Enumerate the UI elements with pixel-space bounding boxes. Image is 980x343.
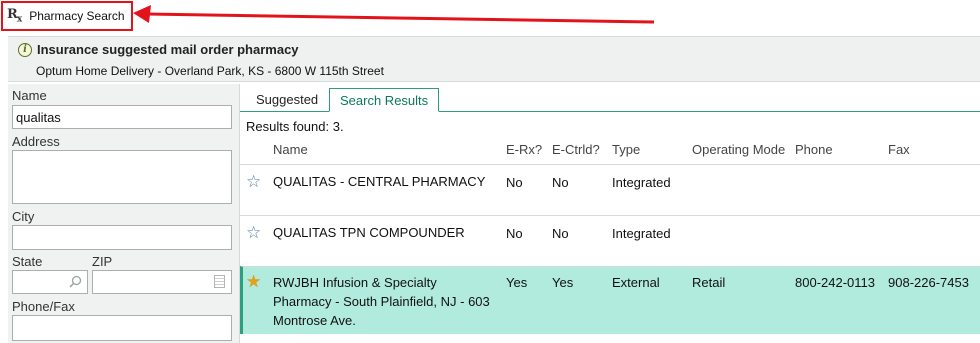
- phone-fax-input[interactable]: [12, 315, 232, 341]
- favorite-star-icon[interactable]: ☆: [246, 173, 261, 190]
- search-icon[interactable]: [69, 275, 82, 288]
- results-count: Results found: 3.: [246, 119, 344, 134]
- column-header-phone[interactable]: Phone: [795, 142, 833, 157]
- info-icon: i: [18, 42, 32, 57]
- tab-search-results[interactable]: Search Results: [329, 88, 440, 112]
- favorite-star-icon[interactable]: ☆: [246, 224, 261, 241]
- banner-subtitle: Optum Home Delivery - Overland Park, KS …: [36, 64, 384, 78]
- address-label: Address: [12, 134, 60, 149]
- column-header-fax[interactable]: Fax: [888, 142, 910, 157]
- type-value: Integrated: [612, 175, 671, 190]
- pharmacy-name: QUALITAS - CENTRAL PHARMACY: [273, 174, 486, 189]
- table-row-selected[interactable]: ★ RWJBH Infusion & Specialty Pharmacy - …: [240, 266, 980, 334]
- name-label: Name: [12, 88, 47, 103]
- erx-value: No: [506, 226, 523, 241]
- column-header-erx[interactable]: E-Rx?: [506, 142, 542, 157]
- ectrld-value: No: [552, 175, 569, 190]
- city-label: City: [12, 209, 35, 224]
- fax-value: 908-226-7453: [888, 275, 969, 290]
- pharmacy-name-line-3: Montrose Ave.: [273, 313, 356, 328]
- operating-mode-value: Retail: [692, 275, 726, 290]
- erx-value: No: [506, 175, 523, 190]
- pharmacy-name: QUALITAS TPN COMPOUNDER: [273, 225, 465, 240]
- search-panel: Name Address City State ZIP Phone/Fax: [8, 84, 240, 343]
- table-row[interactable]: ☆ QUALITAS - CENTRAL PHARMACY No No Inte…: [240, 164, 980, 215]
- city-input[interactable]: [12, 225, 232, 250]
- calculator-icon: [214, 275, 225, 288]
- table-row[interactable]: ☆ QUALITAS TPN COMPOUNDER No No Integrat…: [240, 215, 980, 266]
- pharmacy-name-line-1: RWJBH Infusion & Specialty: [273, 275, 437, 290]
- name-input[interactable]: [12, 105, 232, 129]
- tab-suggested[interactable]: Suggested: [246, 88, 328, 112]
- favorite-star-filled-icon[interactable]: ★: [246, 273, 261, 290]
- zip-label: ZIP: [92, 254, 113, 269]
- column-header-name[interactable]: Name: [273, 142, 308, 157]
- pharmacy-name-line-2: Pharmacy - South Plainfield, NJ - 603: [273, 294, 490, 309]
- banner-title: i Insurance suggested mail order pharmac…: [18, 42, 299, 57]
- window-title-highlight: Rx Pharmacy Search: [1, 1, 133, 31]
- ectrld-value: No: [552, 226, 569, 241]
- type-value: External: [612, 275, 660, 290]
- address-input[interactable]: [12, 150, 232, 204]
- phone-value: 800-242-0113: [795, 275, 875, 290]
- zip-input[interactable]: [92, 270, 232, 294]
- suggested-pharmacy-banner: i Insurance suggested mail order pharmac…: [8, 36, 980, 82]
- window-title: Pharmacy Search: [29, 9, 125, 23]
- phone-fax-label: Phone/Fax: [12, 299, 75, 314]
- column-header-operating-mode[interactable]: Operating Mode: [692, 142, 785, 157]
- column-header-ectrld[interactable]: E-Ctrld?: [552, 142, 600, 157]
- banner-title-text: Insurance suggested mail order pharmacy: [37, 42, 299, 57]
- column-header-type[interactable]: Type: [612, 142, 640, 157]
- ectrld-value: Yes: [552, 275, 574, 290]
- state-input[interactable]: [12, 270, 88, 294]
- annotation-arrow: [133, 5, 655, 24]
- erx-value: Yes: [506, 275, 528, 290]
- type-value: Integrated: [612, 226, 671, 241]
- title-bar: Rx Pharmacy Search: [0, 0, 980, 36]
- state-label: State: [12, 254, 43, 269]
- rx-icon: Rx: [7, 7, 22, 25]
- results-panel: Suggested Search Results Results found: …: [240, 84, 980, 343]
